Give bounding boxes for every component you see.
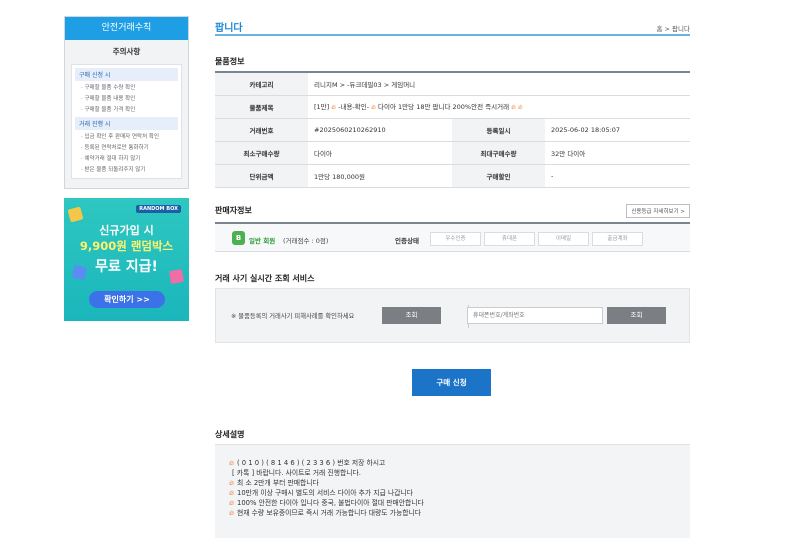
notice-list: 구매 신청 시 · 구매할 물품 수량 확인 · 구매할 물품 내용 확인 · … <box>71 64 182 179</box>
category-label: 카테고리 <box>215 72 308 96</box>
cert-chip-account: 출금계좌 <box>592 232 643 246</box>
notice-item: · 예약거래 절대 하지 않기 <box>81 156 141 162</box>
detail-title: 상세설명 <box>215 430 245 439</box>
buy-request-button[interactable]: 구매 신청 <box>412 369 491 396</box>
detail-line-text: 현재 수량 보유중이므로 즉시 거래 가능합니다 대량도 가능합니다 <box>237 509 421 517</box>
banner-line-3: 무료 지급! <box>95 259 158 275</box>
detail-box: 🔥︎( 0 1 0 ) ( 8 1 4 6 ) ( 2 3 3 6 ) 번호 저… <box>215 444 690 538</box>
detail-line: 🔥︎ 10만개 이상 구매시 별도의 서비스 다이아 추가 지급 나갑니다 <box>229 488 676 498</box>
fraud-check-note: ※ 물품등록의 거래사기 피해사례를 확인하세요 <box>231 313 355 320</box>
fire-icon: 🔥︎ <box>371 103 376 111</box>
table-row: 거래번호 #2025060210262910 등록일시 2025-06-02 1… <box>215 118 690 142</box>
page-header: 팝니다 홈 > 팝니다 <box>215 16 690 36</box>
seller-info-title: 판매자정보 <box>215 206 252 215</box>
cert-chip-excellent: 우수인증 <box>430 232 481 246</box>
grade-b-badge-icon: B <box>232 231 245 245</box>
table-row: 물품제목 [1만] 🔥︎ -내용-확인- 🔥︎ 다이아 1만당 18만 팝니다 … <box>215 95 690 119</box>
notice-item: · 등록된 연락처로만 통화하기 <box>81 145 149 151</box>
detail-line: 🔥︎ 현재 수량 보유중이므로 즉시 거래 가능합니다 대량도 가능합니다 <box>229 508 676 518</box>
fire-icon: 🔥︎ <box>229 509 234 517</box>
banner-line-1: 신규가입 시 <box>99 224 154 237</box>
lookup-button-2[interactable]: 조회 <box>607 307 666 324</box>
detail-line: [ 카톡 ] 바랍니다. 사이트로 거래 진행합니다. <box>229 468 676 478</box>
group-title-purchase: 구매 신청 시 <box>75 68 178 81</box>
lookup-button[interactable]: 조회 <box>382 307 441 324</box>
notice-item: · 구매할 물품 가격 확인 <box>81 107 136 113</box>
grade-label: 일반 회원 <box>249 237 276 245</box>
min-qty-label: 최소구매수량 <box>215 141 308 165</box>
detail-line-text: 최 소 2만개 부터 판매합니다 <box>237 479 319 487</box>
notice-item: · 구매할 물품 수량 확인 <box>81 85 136 91</box>
trade-no-value: #2025060210262910 <box>308 118 452 142</box>
subject-label: 물품제목 <box>215 95 308 119</box>
trade-no-label: 거래번호 <box>215 118 308 142</box>
detail-line-text: 100% 안전한 다이아 입니다 중국, 불법다이아 절대 판매안합니다 <box>237 499 424 507</box>
unit-price-label: 단위금액 <box>215 164 308 188</box>
max-qty-value: 32만 다이아 <box>545 141 690 165</box>
notice-title: 주의사항 <box>112 47 141 56</box>
safe-trade-rules-box: 안전거래수칙 주의사항 구매 신청 시 · 구매할 물품 수량 확인 · 구매할… <box>64 16 189 189</box>
notice-item: · 받은 물품 되돌려주지 않기 <box>81 167 146 173</box>
grade-score: (거래점수 : 0점) <box>283 237 329 245</box>
subject-prefix: [1만] <box>314 103 330 111</box>
reg-date-label: 등록일시 <box>452 118 545 142</box>
max-qty-label: 최대구매수량 <box>452 141 545 165</box>
detail-line-text: [ 카톡 ] 바랍니다. 사이트로 거래 진행합니다. <box>232 469 361 477</box>
notice-item: · 구매할 물품 내용 확인 <box>81 96 136 102</box>
group-title-trade: 거래 진행 시 <box>75 117 178 130</box>
item-info-title: 물품정보 <box>215 57 245 66</box>
page-title: 팝니다 <box>215 23 243 34</box>
fraud-check-title: 거래 사기 실시간 조회 서비스 <box>215 274 315 283</box>
fire-icon: 🔥︎ <box>229 479 234 487</box>
banner-confirm-button[interactable]: 확인하기 >> <box>89 291 165 308</box>
detail-line: 🔥︎ 최 소 2만개 부터 판매합니다 <box>229 478 676 488</box>
sidebar: 안전거래수칙 주의사항 구매 신청 시 · 구매할 물품 수량 확인 · 구매할… <box>64 16 189 321</box>
category-value: 리니지M > -듀크데필03 > 게임머니 <box>308 72 690 96</box>
detail-line-text: 10만개 이상 구매시 별도의 서비스 다이아 추가 지급 나갑니다 <box>237 489 414 497</box>
fire-icon: 🔥︎ <box>229 489 234 497</box>
unit-price-value: 1만당 180,000원 <box>308 164 452 188</box>
item-info-table: 카테고리 리니지M > -듀크데필03 > 게임머니 물품제목 [1만] 🔥︎ … <box>215 71 690 188</box>
fire-icon: 🔥︎ <box>229 459 234 467</box>
fire-icon: 🔥︎ <box>518 103 523 111</box>
fire-icon: 🔥︎ <box>331 103 337 111</box>
breadcrumb[interactable]: 홈 > 팝니다 <box>657 23 691 33</box>
phone-account-input[interactable] <box>467 307 603 324</box>
credit-detail-button[interactable]: 신용등급 자세히보기 > <box>626 204 690 218</box>
cert-chip-phone: 휴대폰 <box>484 232 535 246</box>
random-box-logo: RANDOM BOX <box>136 205 181 213</box>
random-box-banner[interactable]: RANDOM BOX 신규가입 시 9,900원 랜덤박스 무료 지급! 확인하… <box>64 198 189 321</box>
table-row: 단위금액 1만당 180,000원 구매할인 - <box>215 164 690 188</box>
main-content: 팝니다 홈 > 팝니다 물품정보 카테고리 리니지M > -듀크데필03 > 게… <box>215 16 690 538</box>
banner-line-2: 9,900원 랜덤박스 <box>79 239 174 253</box>
detail-line: 🔥︎( 0 1 0 ) ( 8 1 4 6 ) ( 2 3 3 6 ) 번호 저… <box>229 458 676 468</box>
detail-line: 🔥︎ 100% 안전한 다이아 입니다 중국, 불법다이아 절대 판매안합니다 <box>229 498 676 508</box>
fraud-check-box: ※ 물품등록의 거래사기 피해사례를 확인하세요 조회 조회 <box>215 288 690 343</box>
reg-date-value: 2025-06-02 18:05:07 <box>545 118 690 142</box>
seller-info-row: B 일반 회원 (거래점수 : 0점) 인증상태 우수인증 휴대폰 이메일 출금… <box>215 222 690 252</box>
table-row: 최소구매수량 다이아 최대구매수량 32만 다이아 <box>215 141 690 165</box>
fire-icon: 🔥︎ <box>229 499 234 507</box>
cert-chip-email: 이메일 <box>538 232 589 246</box>
subject-part-1: -내용-확인- <box>338 103 370 111</box>
safe-trade-title[interactable]: 안전거래수칙 <box>65 17 188 40</box>
fire-icon: 🔥︎ <box>511 103 516 111</box>
subject-value: [1만] 🔥︎ -내용-확인- 🔥︎ 다이아 1만당 18만 팝니다 200%안… <box>308 95 690 119</box>
min-qty-value: 다이아 <box>308 141 452 165</box>
detail-line-text: ( 0 1 0 ) ( 8 1 4 6 ) ( 2 3 3 6 ) 번호 저장 … <box>237 459 386 467</box>
table-row: 카테고리 리니지M > -듀크데필03 > 게임머니 <box>215 72 690 96</box>
discount-value: - <box>545 164 690 188</box>
notice-item: · 입금 확인 후 판매자 연락처 확인 <box>81 134 160 140</box>
gift-box-icon <box>67 206 84 223</box>
cert-status-label: 인증상태 <box>395 237 419 245</box>
discount-label: 구매할인 <box>452 164 545 188</box>
subject-part-2: 다이아 1만당 18만 팝니다 200%안전 즉시거래 <box>378 103 510 111</box>
